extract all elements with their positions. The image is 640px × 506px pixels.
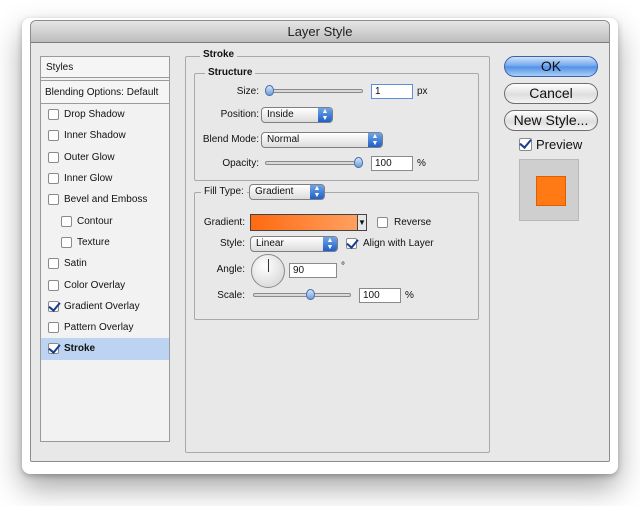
style-item-label: Texture xyxy=(77,236,110,248)
fill-type-label: Fill Type: xyxy=(204,186,244,197)
blend-mode-select[interactable]: Normal ▲ ▼ xyxy=(261,132,383,148)
style-item-checkbox[interactable] xyxy=(61,215,72,227)
cancel-button[interactable]: Cancel xyxy=(504,83,598,104)
size-unit: px xyxy=(417,86,428,97)
align-with-layer-checkbox[interactable] xyxy=(346,238,357,249)
opacity-input[interactable]: 100 xyxy=(371,156,413,171)
style-item-bevel-and-emboss[interactable]: Bevel and Emboss xyxy=(41,189,169,210)
angle-label: Angle: xyxy=(216,264,245,275)
preview-swatch xyxy=(536,176,566,206)
style-item-label: Gradient Overlay xyxy=(64,300,140,312)
scale-input[interactable]: 100 xyxy=(359,288,401,303)
style-item-checkbox[interactable] xyxy=(48,130,59,142)
style-item-checkbox[interactable] xyxy=(48,322,59,334)
fill-type-value: Gradient xyxy=(255,186,294,197)
style-item-checkbox[interactable] xyxy=(48,279,59,291)
style-item-label: Drop Shadow xyxy=(64,109,125,121)
preview-thumbnail xyxy=(519,159,579,221)
angle-input[interactable]: 90 xyxy=(289,263,337,278)
align-with-layer-label: Align with Layer xyxy=(363,238,434,249)
style-item-pattern-overlay[interactable]: Pattern Overlay xyxy=(41,317,169,338)
angle-unit: ° xyxy=(341,261,345,272)
opacity-unit: % xyxy=(417,158,426,169)
style-label: Style: xyxy=(219,238,245,249)
style-item-label: Contour xyxy=(77,215,113,227)
structure-group: Structure Size: 1 px Position: Inside ▲ ▼… xyxy=(194,67,479,181)
scale-slider-thumb[interactable] xyxy=(306,289,316,300)
window-title: Layer Style xyxy=(31,21,609,43)
style-item-label: Outer Glow xyxy=(64,151,115,163)
stroke-panel-title: Stroke xyxy=(200,49,238,60)
style-select[interactable]: Linear ▲ ▼ xyxy=(250,236,338,252)
reverse-checkbox[interactable] xyxy=(377,217,388,228)
structure-title: Structure xyxy=(205,67,256,78)
style-item-inner-glow[interactable]: Inner Glow xyxy=(41,168,169,189)
style-item-label: Inner Glow xyxy=(64,173,113,185)
style-item-checkbox[interactable] xyxy=(48,151,59,163)
fill-type-group: Fill Type: Gradient ▲ ▼ Gradient: ▼ Rever… xyxy=(194,184,479,320)
style-item-inner-shadow[interactable]: Inner Shadow xyxy=(41,125,169,146)
gradient-label: Gradient: xyxy=(203,217,245,228)
style-item-checkbox[interactable] xyxy=(48,194,59,206)
size-slider-track[interactable] xyxy=(265,89,363,93)
opacity-label: Opacity: xyxy=(222,158,259,169)
size-slider-thumb[interactable] xyxy=(265,85,274,96)
layer-style-dialog: Layer Style Styles Blending Options: Def… xyxy=(30,20,610,462)
scale-slider-track[interactable] xyxy=(253,293,351,297)
style-item-label: Bevel and Emboss xyxy=(64,194,148,206)
popup-arrows-icon: ▲ ▼ xyxy=(310,185,324,199)
fill-type-select[interactable]: Gradient ▲ ▼ xyxy=(249,184,325,200)
blend-mode-label: Blend Mode: xyxy=(202,134,259,145)
new-style-button[interactable]: New Style... xyxy=(504,110,598,131)
gradient-picker-arrow-icon[interactable]: ▼ xyxy=(357,214,367,231)
scale-unit: % xyxy=(405,290,414,301)
style-item-checkbox[interactable] xyxy=(48,343,59,355)
ok-button[interactable]: OK xyxy=(504,56,598,77)
style-item-checkbox[interactable] xyxy=(48,300,59,312)
opacity-slider-thumb[interactable] xyxy=(354,157,363,168)
style-item-texture[interactable]: Texture xyxy=(41,232,169,253)
style-items: Drop Shadow Inner Shadow Outer Glow Inner G… xyxy=(41,104,169,360)
styles-list: Styles Blending Options: Default Drop Sh… xyxy=(40,56,170,442)
position-label: Position: xyxy=(220,109,259,120)
angle-dial-needle xyxy=(268,259,269,272)
opacity-slider-track[interactable] xyxy=(265,161,363,165)
reverse-label: Reverse xyxy=(394,217,432,228)
scale-label: Scale: xyxy=(217,290,245,301)
position-select[interactable]: Inside ▲ ▼ xyxy=(261,107,333,123)
style-item-label: Satin xyxy=(64,258,87,270)
blend-mode-value: Normal xyxy=(267,134,300,145)
size-label: Size: xyxy=(236,86,259,97)
popup-arrows-icon: ▲ ▼ xyxy=(323,237,337,251)
style-item-drop-shadow[interactable]: Drop Shadow xyxy=(41,104,169,125)
style-item-gradient-overlay[interactable]: Gradient Overlay xyxy=(41,296,169,317)
style-item-checkbox[interactable] xyxy=(48,173,59,185)
popup-arrows-icon: ▲ ▼ xyxy=(368,133,382,147)
style-item-contour[interactable]: Contour xyxy=(41,210,169,231)
gradient-swatch[interactable] xyxy=(250,214,358,231)
style-item-stroke[interactable]: Stroke xyxy=(41,338,169,360)
style-item-outer-glow[interactable]: Outer Glow xyxy=(41,147,169,168)
size-input[interactable]: 1 xyxy=(371,84,413,99)
preview-label: Preview xyxy=(536,137,583,152)
style-item-checkbox[interactable] xyxy=(48,258,59,270)
style-value: Linear xyxy=(256,238,284,249)
blending-options-item[interactable]: Blending Options: Default xyxy=(41,80,169,104)
style-item-checkbox[interactable] xyxy=(48,109,59,121)
style-item-label: Inner Shadow xyxy=(64,130,126,142)
style-item-label: Stroke xyxy=(64,343,96,355)
stroke-panel: Stroke Structure Size: 1 px Position: In… xyxy=(185,49,490,453)
fill-type-legend: Fill Type: xyxy=(201,184,247,197)
popup-arrows-icon: ▲ ▼ xyxy=(318,108,332,122)
preview-checkbox[interactable] xyxy=(519,138,532,151)
style-item-label: Pattern Overlay xyxy=(64,322,134,334)
style-item-checkbox[interactable] xyxy=(61,236,72,248)
style-item-satin[interactable]: Satin xyxy=(41,253,169,274)
style-item-label: Color Overlay xyxy=(64,279,126,291)
styles-list-header[interactable]: Styles xyxy=(41,57,169,78)
style-item-color-overlay[interactable]: Color Overlay xyxy=(41,274,169,295)
position-value: Inside xyxy=(267,109,294,120)
angle-dial[interactable] xyxy=(251,254,285,288)
